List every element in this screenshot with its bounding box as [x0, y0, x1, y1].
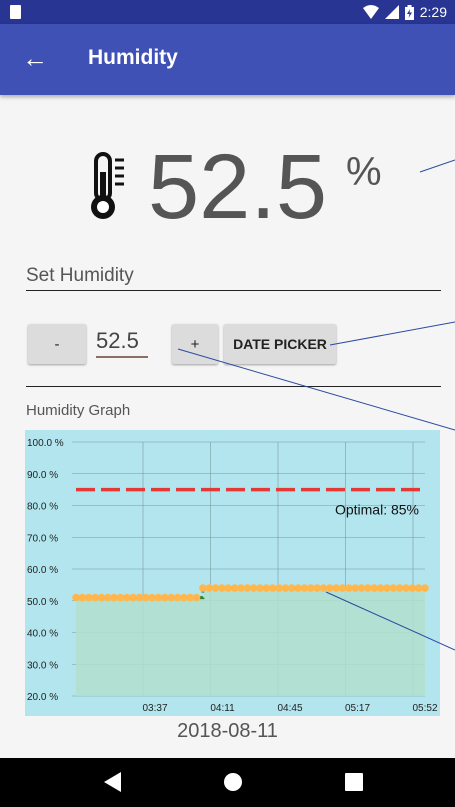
x-tick-label: 04:11 — [210, 703, 235, 714]
increase-button[interactable]: + — [172, 324, 218, 364]
y-tick-label: 80.0 % — [27, 502, 58, 513]
series-fill — [76, 588, 425, 696]
date-picker-button[interactable]: DATE PICKER — [224, 324, 336, 364]
data-point — [421, 584, 429, 592]
humidity-value: 52.5 — [148, 136, 328, 238]
x-tick-label: 03:37 — [142, 703, 167, 714]
y-tick-label: 60.0 % — [27, 565, 58, 576]
back-arrow-icon[interactable]: ← — [22, 44, 48, 72]
x-tick-label: 04:45 — [277, 703, 302, 714]
y-tick-label: 70.0 % — [27, 533, 58, 544]
divider — [26, 386, 441, 387]
y-tick-label: 90.0 % — [27, 470, 58, 481]
set-humidity-label: Set Humidity — [26, 265, 134, 286]
navigation-bar — [0, 758, 455, 807]
humidity-unit: % — [346, 150, 382, 194]
divider — [26, 290, 441, 291]
page-title: Humidity — [88, 46, 178, 69]
back-nav-icon[interactable] — [104, 772, 122, 792]
recents-nav-icon[interactable] — [345, 773, 363, 791]
home-nav-icon[interactable] — [223, 772, 243, 792]
status-time: 2:29 — [419, 4, 447, 20]
graph-date: 2018-08-11 — [177, 720, 278, 742]
thermometer-icon — [91, 152, 124, 219]
battery-icon — [404, 4, 414, 20]
y-tick-label: 100.0 % — [27, 438, 64, 449]
humidity-input[interactable] — [96, 326, 148, 358]
status-bar: 2:29 — [0, 0, 455, 24]
wifi-icon — [362, 5, 379, 19]
y-tick-label: 20.0 % — [27, 692, 58, 703]
signal-icon — [384, 5, 399, 19]
x-tick-label: 05:17 — [345, 703, 370, 714]
humidity-chart: 100.0 % 90.0 % 80.0 % 70.0 % 60.0 % 50.0 % 40.… — [25, 430, 440, 716]
decrease-button[interactable]: - — [28, 324, 86, 364]
chart-svg: 100.0 % 90.0 % 80.0 % 70.0 % 60.0 % 50.0 % 40.… — [27, 438, 438, 714]
sim-card-icon — [10, 5, 21, 19]
data-point — [192, 593, 201, 602]
x-tick-label: 05:52 — [412, 703, 437, 714]
y-tick-label: 50.0 % — [27, 597, 58, 608]
graph-label: Humidity Graph — [26, 402, 131, 419]
y-tick-label: 30.0 % — [27, 660, 58, 671]
y-tick-label: 40.0 % — [27, 629, 58, 640]
optimal-label: Optimal: 85% — [335, 502, 419, 518]
app-bar: ← Humidity — [0, 24, 455, 95]
humidity-reading: 52.5 % — [88, 132, 408, 242]
